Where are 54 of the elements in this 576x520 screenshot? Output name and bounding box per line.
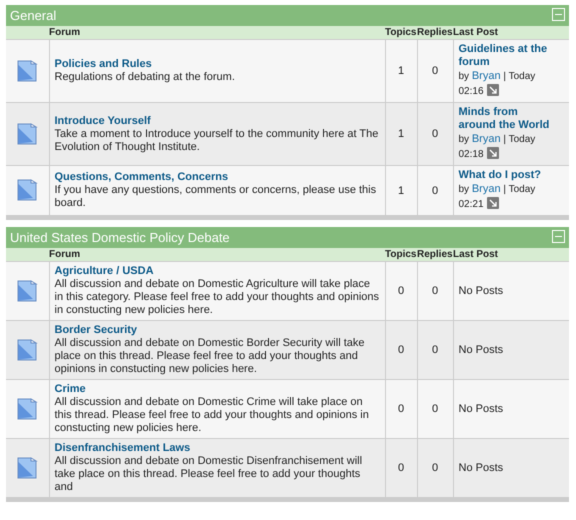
forum-description: If you have any questions, comments or concerns, please use this board. [54,184,378,210]
author-link[interactable]: Bryan [472,183,501,195]
column-header: Last Post [453,249,498,260]
forum-link[interactable]: Disenfranchisement Laws [54,442,190,455]
replies-count: 0 [432,184,438,196]
no-posts-text: No Posts [458,344,504,356]
category-title: General [10,8,56,23]
forum-description: All discussion and debate on Domestic Border Security will take place on this thread. Please feel free to add your thoughts and opinions in constucting new policies here. [54,337,366,376]
replies-count: 0 [432,344,438,356]
replies-count: 0 [432,65,438,77]
replies-count: 0 [432,285,438,297]
column-header: Topics [385,27,416,38]
column-header: Topics [385,249,416,260]
forum-description: Take a moment to Introduce yourself to the community here at The Evolution of Thought Institute. [54,128,380,154]
author-link[interactable]: Bryan [472,133,501,145]
column-header: Forum [49,27,80,38]
post-byline: by Bryan | Today [458,184,536,195]
forum-link[interactable]: Questions, Comments, Concerns [54,171,228,184]
column-header: Replies [417,249,453,260]
last-post-link[interactable]: Minds from around the World [458,106,553,132]
no-posts-text: No Posts [458,284,504,296]
topics-count: 1 [398,65,404,77]
post-time: 02:18 [458,149,484,160]
column-header: Last Post [453,27,498,38]
forum-description: Regulations of debating at the forum. [54,71,236,84]
forum-link[interactable]: Introduce Yourself [54,114,151,128]
last-post-link[interactable]: Guidelines at the forum [458,43,553,69]
forum-link[interactable]: Policies and Rules [54,58,152,71]
forum-link[interactable]: Border Security [54,324,138,337]
category-title: United States Domestic Policy Debate [10,230,230,245]
forum-description: All discussion and debate on Domestic Disenfranchisement will take place on this thread. Please feel free to add your thoughts and [54,455,364,494]
post-byline: by Bryan | Today [458,134,536,145]
replies-count: 0 [432,403,438,415]
no-posts-text: No Posts [458,402,504,414]
forum-link[interactable]: Agriculture / USDA [54,265,154,278]
post-byline: by Bryan | Today [458,71,536,82]
forum-description: All discussion and debate on Domestic Crime will take place on this thread. Please feel free to add your thoughts and opinions in constucting new policies here. [54,396,370,435]
topics-count: 0 [398,403,404,415]
column-header: Replies [417,27,453,38]
post-time: 02:16 [458,86,484,97]
topics-count: 0 [398,462,404,474]
forum-description: All discussion and debate on Domestic Agriculture will take place in this category. Please feel free to add your thoughts and opinions in constucting new policies here. [54,278,380,317]
topics-count: 1 [398,184,404,196]
post-time: 02:21 [458,199,484,210]
topics-count: 0 [398,344,404,356]
topics-count: 0 [398,285,404,297]
column-header: Forum [49,249,80,260]
topics-count: 1 [398,128,404,140]
author-link[interactable]: Bryan [472,70,501,82]
last-post-link[interactable]: What do I post? [458,169,553,182]
no-posts-text: No Posts [458,462,504,474]
replies-count: 0 [432,128,438,140]
forum-link[interactable]: Crime [54,383,86,396]
replies-count: 0 [432,462,438,474]
